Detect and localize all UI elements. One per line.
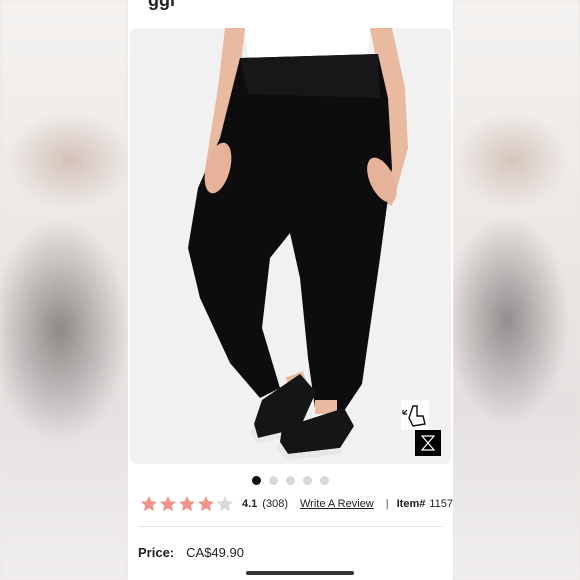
product-image[interactable]	[130, 28, 451, 464]
star-icon	[198, 496, 214, 512]
phone-screen: ggi 4.1 (308) Write A Review | Item# 115…	[128, 0, 453, 580]
star-icon	[160, 496, 176, 512]
item-number: 11573501	[429, 498, 453, 510]
leggings-illustration	[188, 28, 408, 460]
divider	[138, 526, 443, 527]
background-left	[0, 0, 128, 580]
carousel-dot[interactable]	[303, 476, 312, 485]
star-icon	[217, 496, 233, 512]
star-icon	[141, 496, 157, 512]
carousel-dot[interactable]	[286, 476, 295, 485]
background-right	[452, 0, 580, 580]
price-label: Price:	[138, 545, 175, 560]
review-count: (308)	[262, 498, 288, 510]
write-review-link[interactable]: Write A Review	[300, 498, 374, 510]
carousel-dot[interactable]	[320, 476, 329, 485]
zoom-hint-icon[interactable]	[401, 400, 441, 456]
star-icon	[179, 496, 195, 512]
home-indicator[interactable]	[246, 571, 354, 575]
product-title-fragment: ggi	[148, 0, 175, 10]
carousel-dot[interactable]	[252, 476, 261, 485]
rating-value: 4.1	[242, 498, 258, 510]
carousel-dot[interactable]	[269, 476, 278, 485]
item-number-label: Item#	[396, 498, 426, 510]
price-row: Price: CA$49.90	[138, 545, 244, 560]
price-value: CA$49.90	[186, 545, 244, 560]
rating-row: 4.1 (308) Write A Review | Item# 1157350…	[140, 494, 453, 514]
star-rating[interactable]	[140, 495, 234, 513]
carousel-dots	[128, 476, 453, 485]
separator: |	[385, 498, 389, 510]
